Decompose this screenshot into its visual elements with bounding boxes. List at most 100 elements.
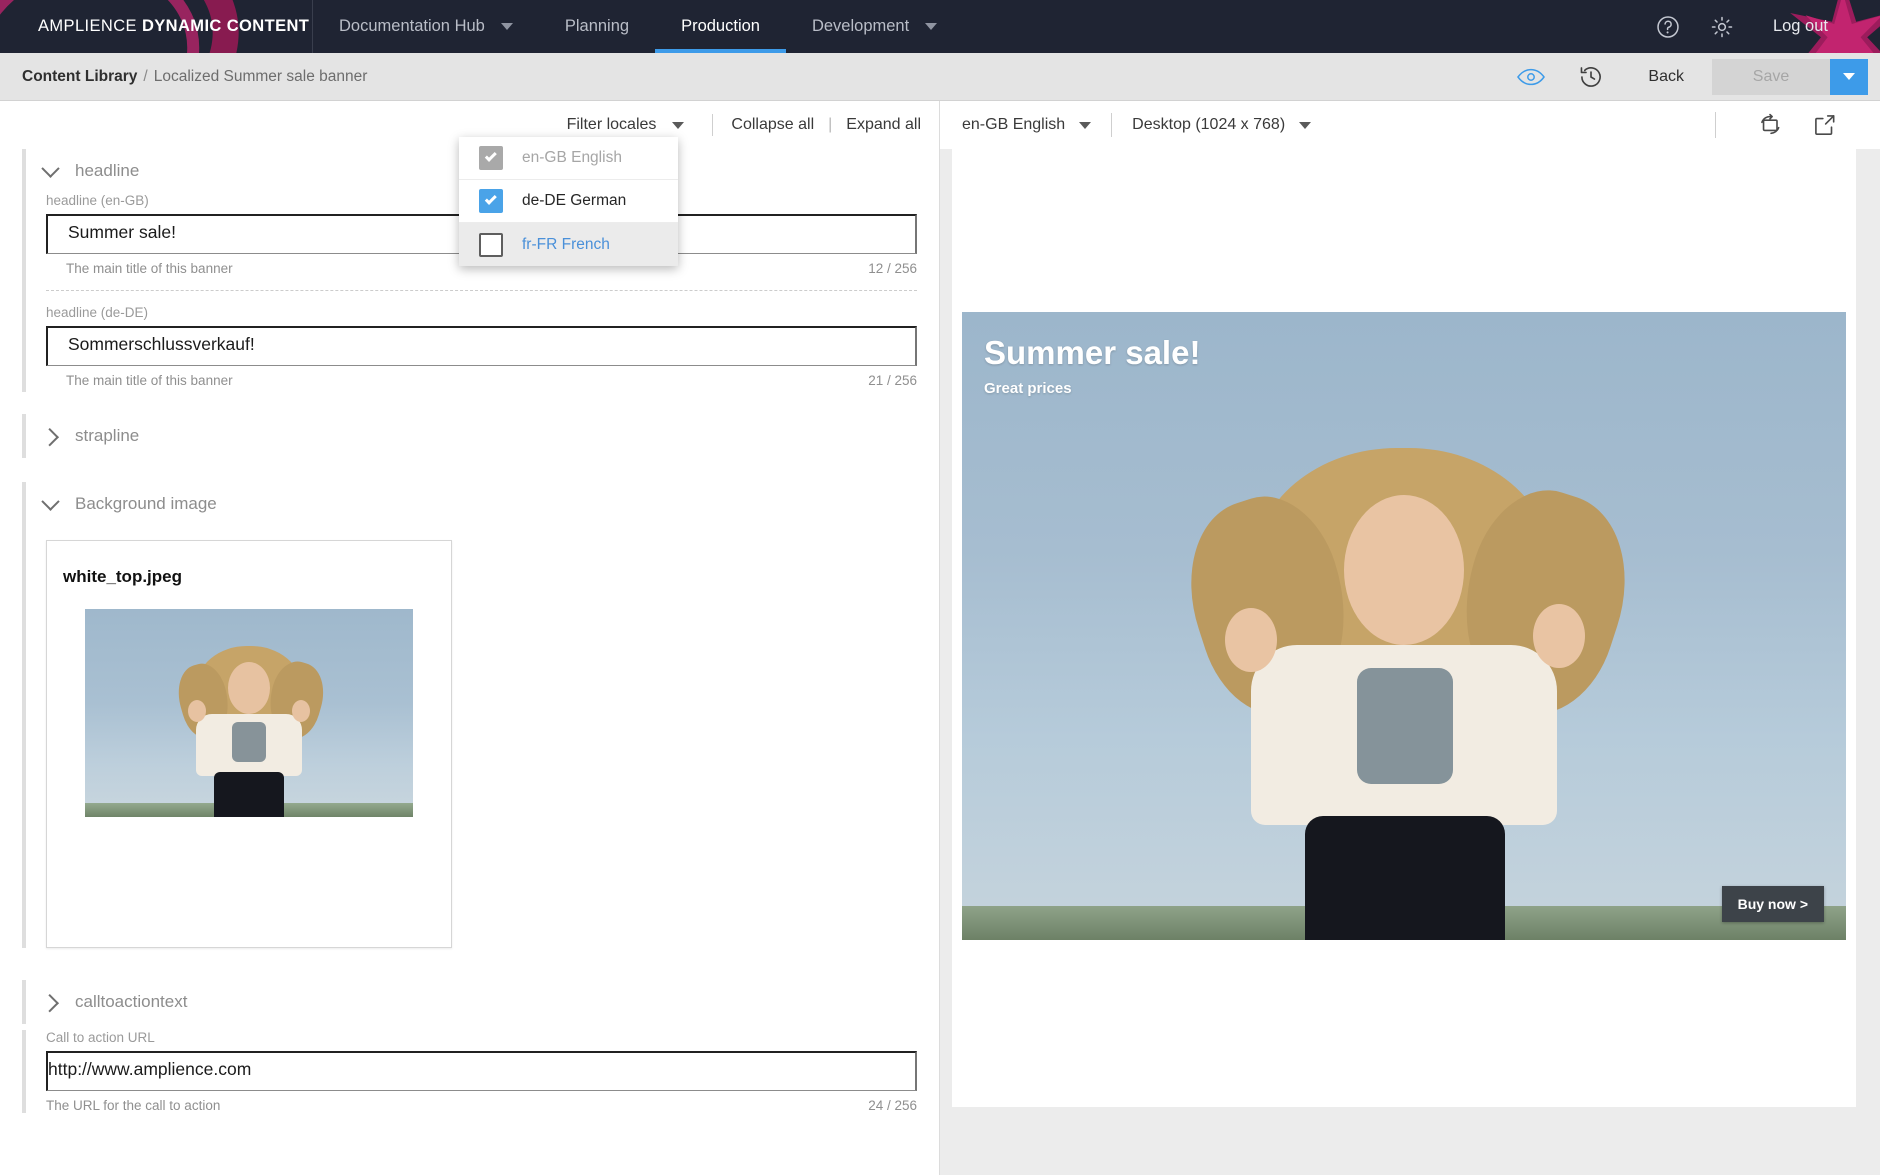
chevron-down-icon — [672, 121, 685, 129]
thumb-model-figure — [170, 642, 332, 817]
breadcrumb-current-item: Localized Summer sale banner — [153, 67, 368, 85]
chevron-down-icon — [1299, 121, 1312, 129]
nav-item-development[interactable]: Development — [786, 0, 963, 53]
field-label: Call to action URL — [46, 1030, 155, 1045]
section-title: Background image — [75, 494, 217, 513]
toolbar-pipe: | — [828, 116, 833, 133]
preview-toolbar: en-GB English Desktop (1024 x 768) — [940, 101, 1880, 149]
image-filename: white_top.jpeg — [63, 567, 182, 586]
brand-text-light: AMPLIENCE — [38, 17, 142, 35]
chevron-down-icon[interactable] — [500, 23, 513, 30]
breadcrumb-content-library[interactable]: Content Library — [22, 68, 137, 86]
section-strapline-header[interactable]: strapline — [0, 414, 939, 458]
chevron-right-icon — [40, 427, 59, 446]
locale-option-de-de[interactable]: de-DE German — [459, 180, 678, 223]
filter-locales-button[interactable]: Filter locales — [553, 116, 699, 134]
image-thumbnail — [85, 609, 413, 817]
locale-option-label: de-DE German — [522, 192, 627, 209]
preview-device-select[interactable]: Desktop (1024 x 768) — [1132, 116, 1312, 134]
preview-locale-select[interactable]: en-GB English — [962, 116, 1092, 134]
nav-label: Production — [681, 17, 760, 35]
filter-locales-dropdown-menu: en-GB English de-DE German fr-FR French — [459, 137, 678, 266]
content-subheader: Content Library / Localized Summer sale … — [0, 53, 1880, 101]
call-to-action-url-input[interactable] — [46, 1051, 917, 1091]
breadcrumb-separator: / — [143, 67, 148, 85]
chevron-right-icon — [40, 993, 59, 1012]
back-button[interactable]: Back — [1620, 68, 1712, 86]
locale-option-label: en-GB English — [522, 149, 622, 166]
section-call-to-action-url: Call to action URL The URL for the call … — [0, 1030, 939, 1113]
nav-item-production[interactable]: Production — [655, 0, 786, 53]
open-external-icon[interactable] — [1798, 112, 1852, 138]
logout-button[interactable]: Log out — [1773, 17, 1828, 36]
headline-de-de-input[interactable] — [46, 326, 917, 366]
section-title: headline — [75, 161, 140, 180]
toolbar-divider — [1111, 113, 1113, 137]
preview-banner: Summer sale! Great prices Buy now > — [962, 312, 1846, 940]
locale-option-en-gb[interactable]: en-GB English — [459, 137, 678, 180]
main-content: Filter locales Collapse all | Expand all… — [0, 101, 1880, 1175]
field-char-counter: 21 / 256 — [868, 373, 917, 388]
brand-text: AMPLIENCE DYNAMIC CONTENT — [38, 17, 309, 36]
field-call-to-action-url: Call to action URL The URL for the call … — [0, 1030, 939, 1113]
section-accent-bar — [22, 149, 26, 392]
chevron-down-icon — [41, 491, 60, 511]
topbar-right-actions: Log out — [1655, 0, 1880, 53]
field-label: headline (de-DE) — [46, 305, 149, 320]
checkbox-checked-icon[interactable] — [479, 189, 503, 213]
save-options-dropdown-button[interactable] — [1830, 58, 1868, 95]
nav-item-planning[interactable]: Planning — [539, 0, 655, 53]
field-footer: The main title of this banner 21 / 256 — [46, 366, 917, 388]
subheader-actions: Back Save — [1500, 53, 1880, 100]
nav-item-documentation-hub[interactable]: Documentation Hub — [313, 0, 539, 53]
filter-locales-label: Filter locales — [566, 116, 657, 133]
chevron-down-icon[interactable] — [925, 23, 938, 30]
section-accent-bar — [22, 482, 26, 948]
field-footer: The URL for the call to action 24 / 256 — [46, 1091, 917, 1113]
toolbar-divider — [712, 114, 714, 136]
field-help-text: The URL for the call to action — [46, 1098, 221, 1113]
field-headline-de-de: headline (de-DE) The main title of this … — [0, 305, 939, 388]
history-clock-icon[interactable] — [1562, 64, 1620, 90]
expand-all-button[interactable]: Expand all — [842, 116, 925, 134]
section-calltoactiontext-header[interactable]: calltoactiontext — [0, 980, 939, 1024]
banner-strapline: Great prices — [984, 380, 1072, 397]
preview-page-frame: Summer sale! Great prices Buy now > — [952, 149, 1856, 1107]
nav-label: Documentation Hub — [339, 17, 485, 35]
preview-toolbar-actions — [1715, 112, 1880, 138]
toolbar-divider — [1715, 112, 1716, 138]
section-calltoactiontext: calltoactiontext — [0, 980, 939, 1024]
brand-logo[interactable]: AMPLIENCE DYNAMIC CONTENT — [0, 0, 313, 53]
background-image-card[interactable]: white_top.jpeg — [46, 540, 452, 948]
banner-cta-button[interactable]: Buy now > — [1721, 886, 1824, 922]
section-accent-bar — [22, 414, 26, 458]
section-strapline: strapline — [0, 414, 939, 458]
preview-locale-value: en-GB English — [962, 116, 1066, 133]
save-button: Save — [1712, 58, 1830, 95]
preview-device-value: Desktop (1024 x 768) — [1132, 116, 1286, 133]
checkbox-checked-disabled-icon — [479, 146, 503, 170]
section-title: strapline — [75, 426, 140, 445]
banner-model-figure — [1165, 440, 1652, 940]
main-nav-items: Documentation Hub Planning Production De… — [313, 0, 963, 53]
chevron-down-icon — [1843, 73, 1855, 80]
locale-option-fr-fr[interactable]: fr-FR French — [459, 223, 678, 266]
eye-icon[interactable] — [1500, 66, 1562, 88]
section-accent-bar — [22, 1030, 26, 1113]
rotate-device-icon[interactable] — [1742, 112, 1798, 138]
form-fields: headline headline (en-GB) The main title… — [0, 149, 939, 1113]
brand-text-bold: DYNAMIC CONTENT — [141, 17, 310, 35]
top-navigation-bar: AMPLIENCE DYNAMIC CONTENT Documentation … — [0, 0, 1880, 53]
checkbox-unchecked-icon[interactable] — [479, 232, 503, 257]
locale-option-label: fr-FR French — [522, 235, 610, 253]
field-help-text: The main title of this banner — [66, 261, 233, 276]
preview-pane: en-GB English Desktop (1024 x 768) Summe… — [940, 101, 1880, 1175]
preview-stage: Summer sale! Great prices Buy now > — [940, 149, 1880, 1175]
section-accent-bar — [22, 980, 26, 1024]
section-background-image-header[interactable]: Background image — [0, 482, 939, 526]
gear-icon[interactable] — [1709, 14, 1735, 40]
field-char-counter: 12 / 256 — [868, 261, 917, 276]
collapse-all-button[interactable]: Collapse all — [727, 116, 818, 134]
nav-label: Development — [811, 17, 910, 35]
help-circle-icon[interactable] — [1655, 14, 1681, 40]
